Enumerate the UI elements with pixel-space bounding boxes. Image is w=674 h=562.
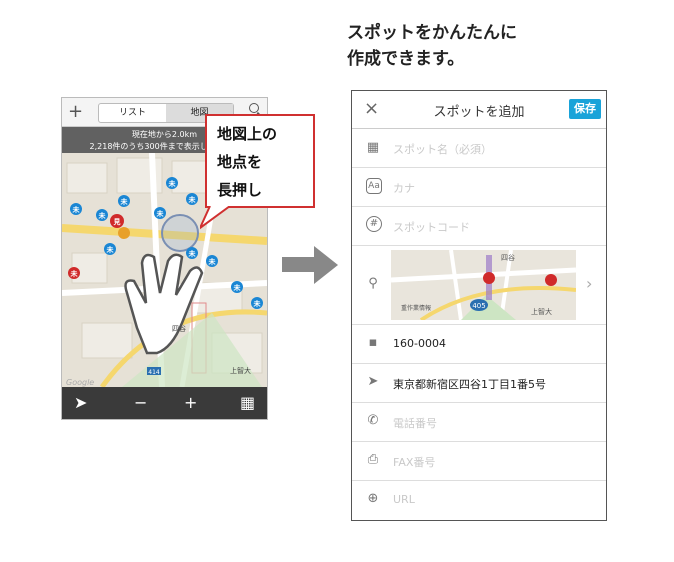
hash-icon: # [366, 216, 382, 232]
headline: スポットをかんたんに 作成できます。 [347, 20, 517, 72]
callout-line-1: 地図上の [217, 125, 278, 143]
google-logo: Google [66, 378, 94, 387]
map-thumbnail[interactable]: 405 四谷 上智大 重作業情報 [391, 250, 576, 320]
headline-line-1: スポットをかんたんに [347, 23, 517, 43]
kana-field[interactable]: カナ [393, 180, 415, 196]
map-pin-person-icon: ⚲ [368, 276, 378, 291]
road-tag: 414 [148, 369, 160, 376]
spot-code-field[interactable]: スポットコード [393, 219, 470, 235]
list-icon[interactable]: ▦ [240, 393, 255, 412]
kana-icon: Aa [366, 178, 382, 194]
zoom-out-button[interactable]: − [134, 393, 147, 412]
svg-text:未: 未 [189, 249, 197, 258]
callout-line-3: 長押し [217, 181, 263, 199]
building-icon: ▦ [366, 140, 380, 155]
phone-icon: ✆ [367, 413, 379, 428]
svg-text:未: 未 [209, 257, 217, 266]
svg-text:未: 未 [71, 269, 79, 278]
svg-text:未: 未 [73, 205, 81, 214]
location-arrow-icon: ➤ [367, 374, 379, 389]
map-label-kamichi: 上智大 [230, 366, 251, 375]
tab-list[interactable]: リスト [99, 104, 166, 122]
url-row[interactable]: ⊕ URL [352, 481, 606, 519]
svg-text:未: 未 [121, 197, 129, 206]
form-title: スポットを追加 [433, 105, 525, 120]
svg-text:未: 未 [157, 209, 165, 218]
zoom-in-button[interactable]: + [184, 393, 197, 412]
svg-text:未: 未 [99, 211, 107, 220]
map-label-yotsuya: 四谷 [172, 324, 186, 333]
spot-name-field[interactable]: スポット名（必須） [393, 141, 492, 157]
chevron-right-icon[interactable]: › [586, 274, 592, 293]
long-press-callout: 地図上の 地点を 長押し [205, 114, 315, 208]
svg-text:未: 未 [234, 283, 242, 292]
phone-row[interactable]: ✆ 電話番号 [352, 403, 606, 442]
thumb-label-yotsuya: 四谷 [501, 253, 515, 262]
spot-name-row[interactable]: ▦ スポット名（必須） [352, 129, 606, 168]
thumb-label-kamichi: 上智大 [531, 307, 552, 316]
thumb-label-business: 重作業情報 [401, 304, 431, 312]
globe-icon: ⊕ [367, 491, 379, 506]
location-arrow-icon[interactable]: ➤ [74, 393, 87, 412]
svg-text:未: 未 [254, 299, 262, 308]
search-icon[interactable] [249, 103, 259, 113]
phone-add-spot-screen: × スポットを追加 保存 ▦ スポット名（必須） Aa カナ # スポットコード… [351, 90, 607, 521]
save-button[interactable]: 保存 [569, 99, 601, 119]
phone-field[interactable]: 電話番号 [393, 415, 437, 431]
svg-text:未: 未 [189, 195, 197, 204]
svg-text:未: 未 [169, 179, 177, 188]
form-header: × スポットを追加 保存 [352, 91, 606, 129]
fax-row[interactable]: ⎙ FAX番号 [352, 442, 606, 481]
postal-code-row[interactable]: ▪ 160-0004 [352, 325, 606, 364]
fax-icon: ⎙ [367, 452, 379, 467]
add-button[interactable]: + [68, 101, 83, 122]
fax-field[interactable]: FAX番号 [393, 454, 435, 470]
svg-text:見: 見 [113, 217, 121, 226]
map-toolbar: ➤ − + ▦ [62, 387, 267, 419]
postal-code-field[interactable]: 160-0004 [393, 337, 446, 350]
flow-arrow-head [314, 246, 338, 284]
address-row[interactable]: ➤ 東京都新宿区四谷1丁目1番5号 [352, 364, 606, 403]
headline-line-2: 作成できます。 [347, 49, 465, 69]
callout-tail [200, 206, 231, 230]
url-field[interactable]: URL [393, 493, 415, 506]
svg-text:未: 未 [107, 245, 115, 254]
road-number: 405 [472, 302, 485, 310]
mailbox-icon: ▪ [368, 335, 378, 350]
callout-line-2: 地点を [217, 153, 263, 171]
kana-row[interactable]: Aa カナ [352, 168, 606, 207]
map-location-row[interactable]: ⚲ 405 四谷 上智大 重作業情報 › [352, 246, 606, 325]
address-field[interactable]: 東京都新宿区四谷1丁目1番5号 [393, 376, 546, 392]
flow-arrow [282, 257, 314, 272]
spot-code-row[interactable]: # スポットコード [352, 207, 606, 246]
